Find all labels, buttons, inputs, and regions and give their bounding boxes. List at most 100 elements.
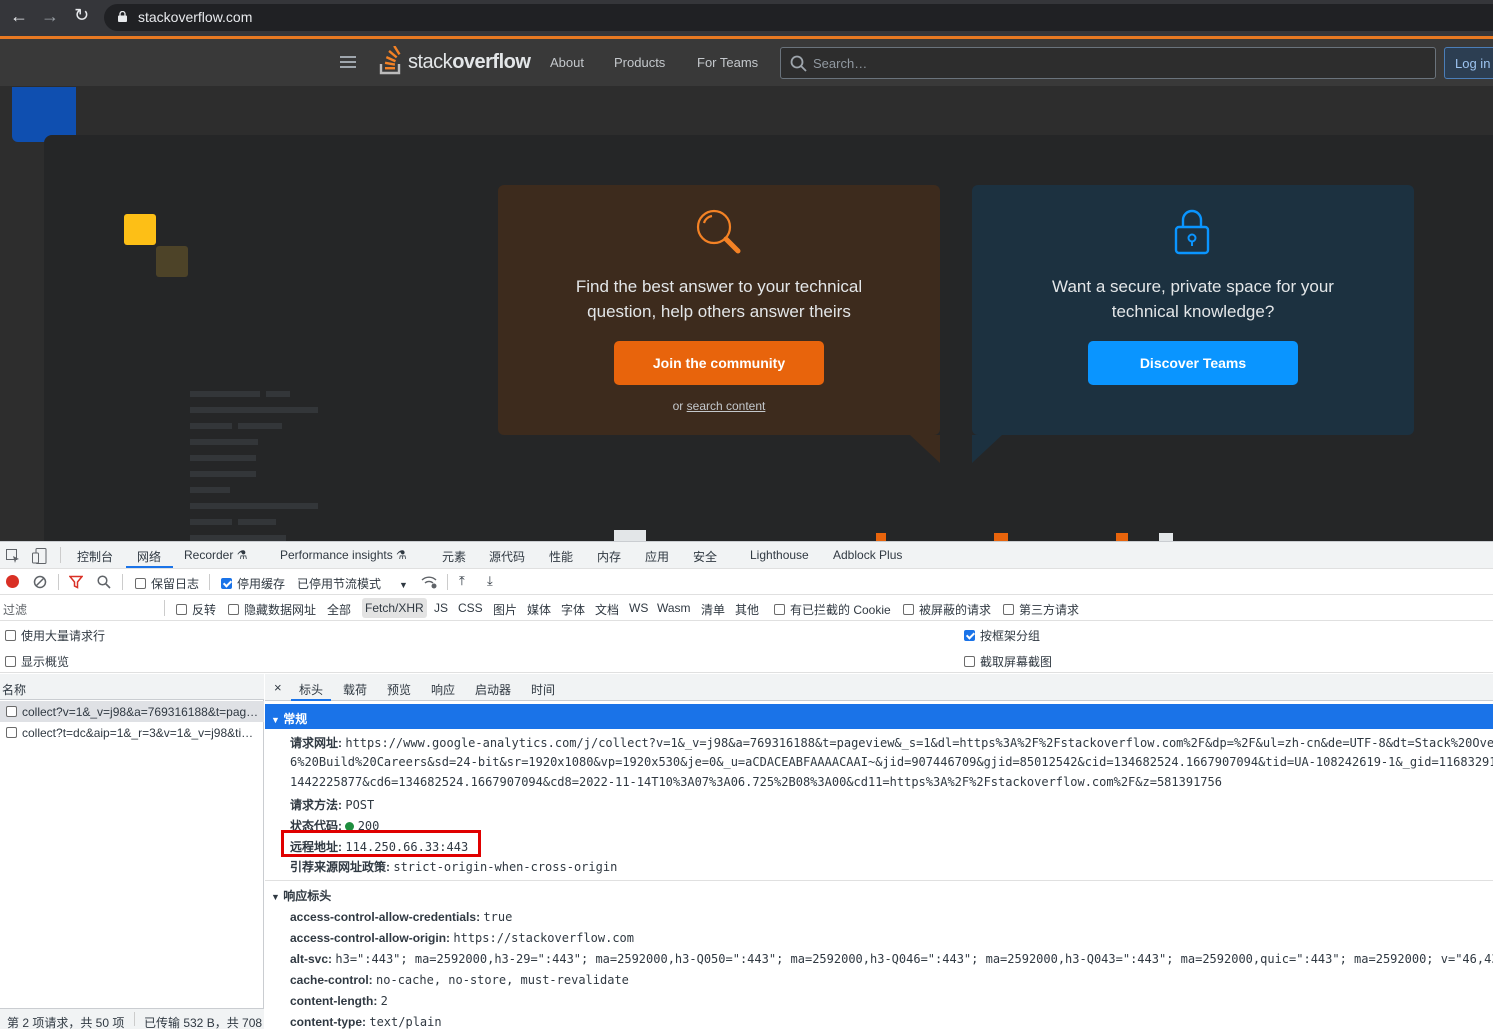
throttling-label: 已停用节流模式 bbox=[297, 577, 382, 591]
tab-preview[interactable]: 预览 bbox=[387, 681, 411, 698]
back-icon[interactable]: ← bbox=[10, 6, 28, 27]
tab-adblock-plus[interactable]: Adblock Plus bbox=[833, 548, 902, 562]
community-card-tail bbox=[910, 435, 940, 463]
type-filter-all[interactable]: 全部 bbox=[327, 601, 351, 618]
tab-headers[interactable]: 标头 bbox=[299, 681, 323, 698]
type-filter-ws[interactable]: WS bbox=[629, 601, 648, 615]
general-section-header[interactable]: ▼ 常规 bbox=[265, 704, 1493, 729]
header-row: content-type: text/plain bbox=[290, 1015, 442, 1029]
tab-memory[interactable]: 内存 bbox=[597, 548, 621, 565]
type-filter-font[interactable]: 字体 bbox=[561, 601, 585, 618]
discover-teams-button[interactable]: Discover Teams bbox=[1088, 341, 1298, 385]
header-value: h3=":443"; ma=2592000,h3-29=":443"; ma=2… bbox=[335, 952, 1493, 966]
preserve-log-checkbox[interactable]: 保留日志 bbox=[135, 575, 199, 592]
general-title-text: 常规 bbox=[283, 712, 308, 726]
headline-glyph-fragment bbox=[1159, 533, 1173, 541]
throttling-select[interactable]: 已停用节流模式 ▼ bbox=[297, 575, 408, 592]
request-list: 名称 collect?v=1&_v=j98&a=769316188&t=pag…… bbox=[0, 674, 264, 1030]
tab-lighthouse[interactable]: Lighthouse bbox=[750, 548, 809, 562]
type-filter-js[interactable]: JS bbox=[434, 601, 448, 615]
tab-network[interactable]: 网络 bbox=[137, 548, 161, 565]
device-toolbar-icon[interactable] bbox=[32, 548, 48, 564]
type-filter-img[interactable]: 图片 bbox=[493, 601, 517, 618]
tab-performance-insights[interactable]: Performance insights ⚗ bbox=[280, 548, 407, 562]
search-icon[interactable] bbox=[97, 575, 111, 589]
headline-glyph-fragment bbox=[1116, 533, 1128, 541]
logo-text-bold: overflow bbox=[452, 51, 531, 73]
request-method-row: 请求方法: POST bbox=[290, 796, 374, 813]
type-filter-media[interactable]: 媒体 bbox=[527, 601, 551, 618]
type-filter-fetch-xhr[interactable]: Fetch/XHR bbox=[362, 598, 427, 618]
logo-text[interactable]: stackoverflow bbox=[408, 51, 531, 74]
tab-console[interactable]: 控制台 bbox=[77, 548, 113, 565]
hamburger-icon[interactable] bbox=[340, 56, 356, 69]
logo-text-light: stack bbox=[408, 51, 453, 73]
nav-for-teams[interactable]: For Teams bbox=[697, 55, 758, 70]
tab-application[interactable]: 应用 bbox=[645, 548, 669, 565]
type-filter-other[interactable]: 其他 bbox=[735, 601, 759, 618]
tab-recorder[interactable]: Recorder ⚗ bbox=[184, 548, 247, 562]
network-toolbar: 保留日志 停用缓存 已停用节流模式 ▼ ⤒ ⤓ bbox=[0, 569, 1493, 595]
type-filter-css[interactable]: CSS bbox=[458, 601, 483, 615]
header-key: cache-control: bbox=[290, 973, 373, 987]
tab-response[interactable]: 响应 bbox=[431, 681, 455, 698]
tab-payload[interactable]: 载荷 bbox=[343, 681, 367, 698]
disable-cache-checkbox[interactable]: 停用缓存 bbox=[221, 575, 285, 592]
address-bar[interactable]: stackoverflow.com bbox=[104, 4, 1493, 31]
tab-performance[interactable]: 性能 bbox=[549, 548, 573, 565]
overview-checkbox[interactable]: 显示概览 bbox=[5, 653, 69, 670]
big-rows-checkbox[interactable]: 使用大量请求行 bbox=[5, 627, 105, 644]
tab-elements[interactable]: 元素 bbox=[442, 548, 466, 565]
or-text: or bbox=[672, 399, 684, 413]
clear-icon[interactable] bbox=[33, 575, 47, 589]
type-filter-doc[interactable]: 文档 bbox=[595, 601, 619, 618]
filter-icon[interactable] bbox=[69, 575, 83, 589]
request-row[interactable]: collect?t=dc&aip=1&_r=3&v=1&_v=j98&ti… bbox=[0, 722, 264, 743]
tab-sources[interactable]: 源代码 bbox=[489, 548, 525, 565]
search-content-line: or search content bbox=[498, 399, 940, 413]
magnifier-icon bbox=[696, 209, 741, 254]
blocked-requests-checkbox[interactable]: 被屏蔽的请求 bbox=[903, 601, 991, 618]
inspect-element-icon[interactable] bbox=[6, 549, 20, 563]
search-content-link[interactable]: search content bbox=[687, 399, 766, 413]
close-icon[interactable]: × bbox=[274, 680, 282, 695]
screenshots-checkbox[interactable]: 截取屏幕截图 bbox=[964, 653, 1052, 670]
response-headers-section-header[interactable]: ▼ 响应标头 bbox=[265, 881, 1493, 906]
third-party-checkbox[interactable]: 第三方请求 bbox=[1003, 601, 1079, 618]
teams-card-tail bbox=[972, 435, 1002, 463]
blocked-cookies-checkbox[interactable]: 有已拦截的 Cookie bbox=[774, 601, 891, 618]
forward-icon[interactable]: → bbox=[41, 6, 59, 27]
site-header: stackoverflow About Products For Teams S… bbox=[0, 39, 1493, 86]
request-row[interactable]: collect?v=1&_v=j98&a=769316188&t=pag… bbox=[0, 701, 264, 722]
invert-checkbox[interactable]: 反转 bbox=[176, 601, 216, 618]
teams-card: Want a secure, private space for your te… bbox=[972, 185, 1414, 435]
import-har-icon[interactable]: ⤒ bbox=[459, 573, 465, 589]
tab-initiator[interactable]: 启动器 bbox=[475, 681, 511, 698]
join-community-button[interactable]: Join the community bbox=[614, 341, 824, 385]
referrer-policy-label: 引荐来源网址政策: bbox=[290, 860, 390, 874]
network-conditions-icon[interactable] bbox=[421, 575, 439, 589]
stackoverflow-logo-icon[interactable] bbox=[379, 46, 405, 76]
export-har-icon[interactable]: ⤓ bbox=[487, 573, 493, 589]
blocked-cookies-label: 有已拦截的 Cookie bbox=[790, 603, 891, 617]
tab-security[interactable]: 安全 bbox=[693, 548, 717, 565]
site-search-input[interactable]: Search… bbox=[780, 47, 1436, 79]
nav-products[interactable]: Products bbox=[614, 55, 665, 70]
hide-data-urls-checkbox[interactable]: 隐藏数据网址 bbox=[228, 601, 316, 618]
type-filter-manifest[interactable]: 清单 bbox=[701, 601, 725, 618]
group-by-frame-checkbox[interactable]: 按框架分组 bbox=[964, 627, 1040, 644]
search-icon bbox=[790, 55, 807, 72]
name-column-header[interactable]: 名称 bbox=[2, 681, 26, 698]
request-method-label: 请求方法: bbox=[290, 798, 342, 812]
type-filter-wasm[interactable]: Wasm bbox=[657, 601, 691, 615]
tab-timing[interactable]: 时间 bbox=[531, 681, 555, 698]
filter-input[interactable]: 过滤 bbox=[3, 601, 161, 617]
nav-about[interactable]: About bbox=[550, 55, 584, 70]
request-url-row: 请求网址: https://www.google-analytics.com/j… bbox=[290, 734, 1493, 751]
header-value: text/plain bbox=[369, 1015, 442, 1029]
devtools-panel: 控制台 网络 Recorder ⚗ Performance insights ⚗… bbox=[0, 541, 1493, 1030]
record-icon[interactable] bbox=[6, 575, 19, 588]
header-value: no-cache, no-store, must-revalidate bbox=[376, 973, 629, 987]
reload-icon[interactable]: ↻ bbox=[74, 5, 89, 26]
login-button[interactable]: Log in bbox=[1444, 47, 1493, 79]
